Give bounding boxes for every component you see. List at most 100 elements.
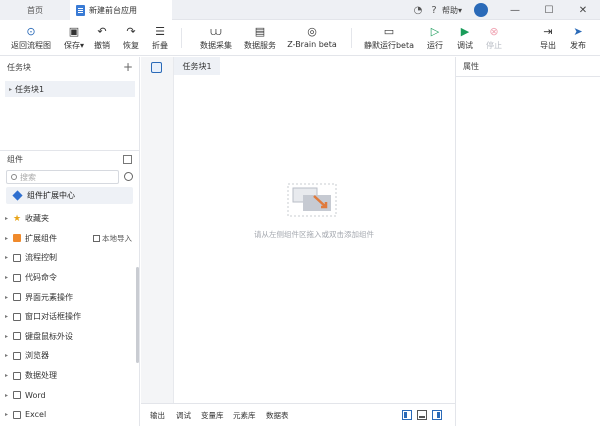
ext-center-label: 组件扩展中心 xyxy=(27,191,75,200)
component-extension-center-button[interactable]: 组件扩展中心 xyxy=(6,187,133,204)
caret-right-icon: ▸ xyxy=(9,85,13,93)
stop-label: 停止 xyxy=(486,41,502,50)
code-icon xyxy=(13,273,21,282)
tab-data-table[interactable]: 数据表 xyxy=(266,404,289,426)
list-item[interactable]: ▸ 键盘鼠标外设 xyxy=(0,327,136,347)
tab-task-block-1[interactable]: 任务块1 xyxy=(174,57,220,75)
redo-button[interactable]: ↷ 恢复 xyxy=(121,20,141,56)
toolbar-divider xyxy=(351,28,352,48)
minimize-button[interactable]: — xyxy=(498,0,532,20)
tab-elements[interactable]: 元素库 xyxy=(233,404,256,426)
flow-control-icon xyxy=(13,253,21,262)
components-header: 组件 xyxy=(0,150,140,168)
undo-button[interactable]: ↶ 撤销 xyxy=(92,20,112,56)
tab-debug[interactable]: 调试 xyxy=(176,404,191,426)
list-item-label: 扩展组件 xyxy=(25,233,57,243)
list-item[interactable]: ▸ 流程控制 xyxy=(0,248,136,268)
maximize-button[interactable]: ☐ xyxy=(532,0,566,20)
tab-new-app-label: 新建前台应用 xyxy=(89,5,137,15)
ui-element-icon xyxy=(13,293,21,302)
local-import-button[interactable]: 本地导入 xyxy=(93,233,132,244)
local-import-label: 本地导入 xyxy=(102,233,132,243)
scrollbar[interactable] xyxy=(136,267,139,363)
list-item[interactable]: ▸ 窗口对话框操作 xyxy=(0,307,136,327)
tab-new-app[interactable]: 新建前台应用 xyxy=(70,0,172,20)
layout-bottom-icon[interactable] xyxy=(417,410,427,420)
components-title: 组件 xyxy=(7,155,23,164)
window-icon xyxy=(13,312,21,321)
list-item-label: Excel xyxy=(25,410,47,420)
tab-variables[interactable]: 变量库 xyxy=(201,404,224,426)
task-view-icon[interactable] xyxy=(151,62,162,73)
publish-button[interactable]: ➤ 发布 xyxy=(568,20,588,56)
back-to-flowchart-button[interactable]: ⊙ 返回流程图 xyxy=(8,20,54,56)
notification-icon[interactable]: ◔ xyxy=(410,2,426,18)
help-icon[interactable]: ? xyxy=(426,2,442,18)
redo-label: 恢复 xyxy=(123,41,139,50)
search-placeholder: 搜索 xyxy=(20,172,36,182)
empty-canvas-illustration xyxy=(287,183,337,217)
list-item[interactable]: ▸ 数据处理 xyxy=(0,366,136,386)
list-item[interactable]: ▸ 代码命令 xyxy=(0,268,136,288)
tab-output[interactable]: 输出 xyxy=(150,404,165,426)
data-service-button[interactable]: ▤ 数据服务 xyxy=(243,20,277,56)
browser-icon xyxy=(13,351,21,360)
chevron-down-icon: ▾ xyxy=(457,5,462,15)
caret-right-icon: ▸ xyxy=(5,332,9,340)
task-block-title: 任务块 xyxy=(7,62,31,72)
keyboard-icon xyxy=(13,332,21,341)
zbrain-label: Z-Brain beta xyxy=(287,40,337,49)
list-item-label: 界面元素操作 xyxy=(25,292,73,302)
play-icon: ▷ xyxy=(430,25,440,38)
left-panel: 任务块 + ▸ 任务块1 组件 搜索 组件扩展中心 ▸ ★ 收藏夹 ▸ 扩展组件 本地导… xyxy=(0,57,140,426)
layout-right-icon[interactable] xyxy=(432,410,442,420)
properties-title: 属性 xyxy=(463,62,479,71)
add-icon[interactable]: + xyxy=(123,60,133,74)
avatar[interactable] xyxy=(474,3,488,17)
list-item[interactable]: ▸ 界面元素操作 xyxy=(0,287,136,307)
undo-icon: ↶ xyxy=(97,25,107,38)
toolbar-divider xyxy=(181,28,182,48)
save-button[interactable]: ▣ 保存▾ xyxy=(60,20,88,56)
undo-label: 撤销 xyxy=(94,41,110,50)
export-button[interactable]: ⇥ 导出 xyxy=(538,20,558,56)
history-icon[interactable] xyxy=(124,172,133,181)
layout-left-icon[interactable] xyxy=(402,410,412,420)
zbrain-button[interactable]: ◎ Z-Brain beta xyxy=(287,20,337,56)
editor-tab-label: 任务块1 xyxy=(182,61,212,71)
fold-button[interactable]: ☰ 折叠 xyxy=(150,20,170,56)
search-input[interactable]: 搜索 xyxy=(6,170,119,184)
tab-home[interactable]: 首页 xyxy=(0,0,70,20)
list-item[interactable]: ▸ 浏览器 xyxy=(0,346,136,366)
task-block-item-label: 任务块1 xyxy=(15,84,45,94)
layout-icon[interactable] xyxy=(123,155,132,164)
debug-button[interactable]: ▶ 调试 xyxy=(455,20,475,56)
task-block-item[interactable]: ▸ 任务块1 xyxy=(5,81,135,97)
run-button[interactable]: ▷ 运行 xyxy=(425,20,445,56)
excel-icon xyxy=(13,410,21,419)
help-menu[interactable]: 帮助▾ xyxy=(442,5,462,16)
list-item-label: 流程控制 xyxy=(25,253,57,263)
data-collect-button[interactable]: ⩊ 数据采集 xyxy=(199,20,233,56)
caret-right-icon: ▸ xyxy=(5,274,9,282)
close-button[interactable]: ✕ xyxy=(566,0,600,20)
list-item[interactable]: ▸ ★ 收藏夹 xyxy=(0,209,136,229)
debug-label: 调试 xyxy=(457,41,473,50)
data-collect-icon: ⩊ xyxy=(210,25,222,38)
layers-icon xyxy=(12,190,23,201)
list-item[interactable]: ▸ Excel xyxy=(0,405,136,425)
list-item-label: 窗口对话框操作 xyxy=(25,312,81,322)
empty-canvas-hint: 请从左侧组件区拖入或双击添加组件 xyxy=(254,230,374,239)
component-list: ▸ ★ 收藏夹 ▸ 扩展组件 本地导入 ▸ 流程控制 ▸ 代码命令 ▸ 界面元素操作 ▸ 窗口对… xyxy=(0,209,136,425)
task-block-header: 任务块 + xyxy=(0,57,140,77)
list-item[interactable]: ▸ 扩展组件 本地导入 xyxy=(0,229,136,249)
extension-icon xyxy=(13,234,21,243)
stop-button[interactable]: ⊗ 停止 xyxy=(484,20,504,56)
caret-right-icon: ▸ xyxy=(5,391,9,399)
help-label: 帮助 xyxy=(441,5,458,15)
caret-right-icon: ▸ xyxy=(5,254,9,262)
silent-run-button[interactable]: ▭ 静默运行beta xyxy=(364,20,414,56)
search-icon xyxy=(11,174,17,180)
list-item[interactable]: ▸ Word xyxy=(0,385,136,405)
editor-side-strip xyxy=(141,57,174,403)
